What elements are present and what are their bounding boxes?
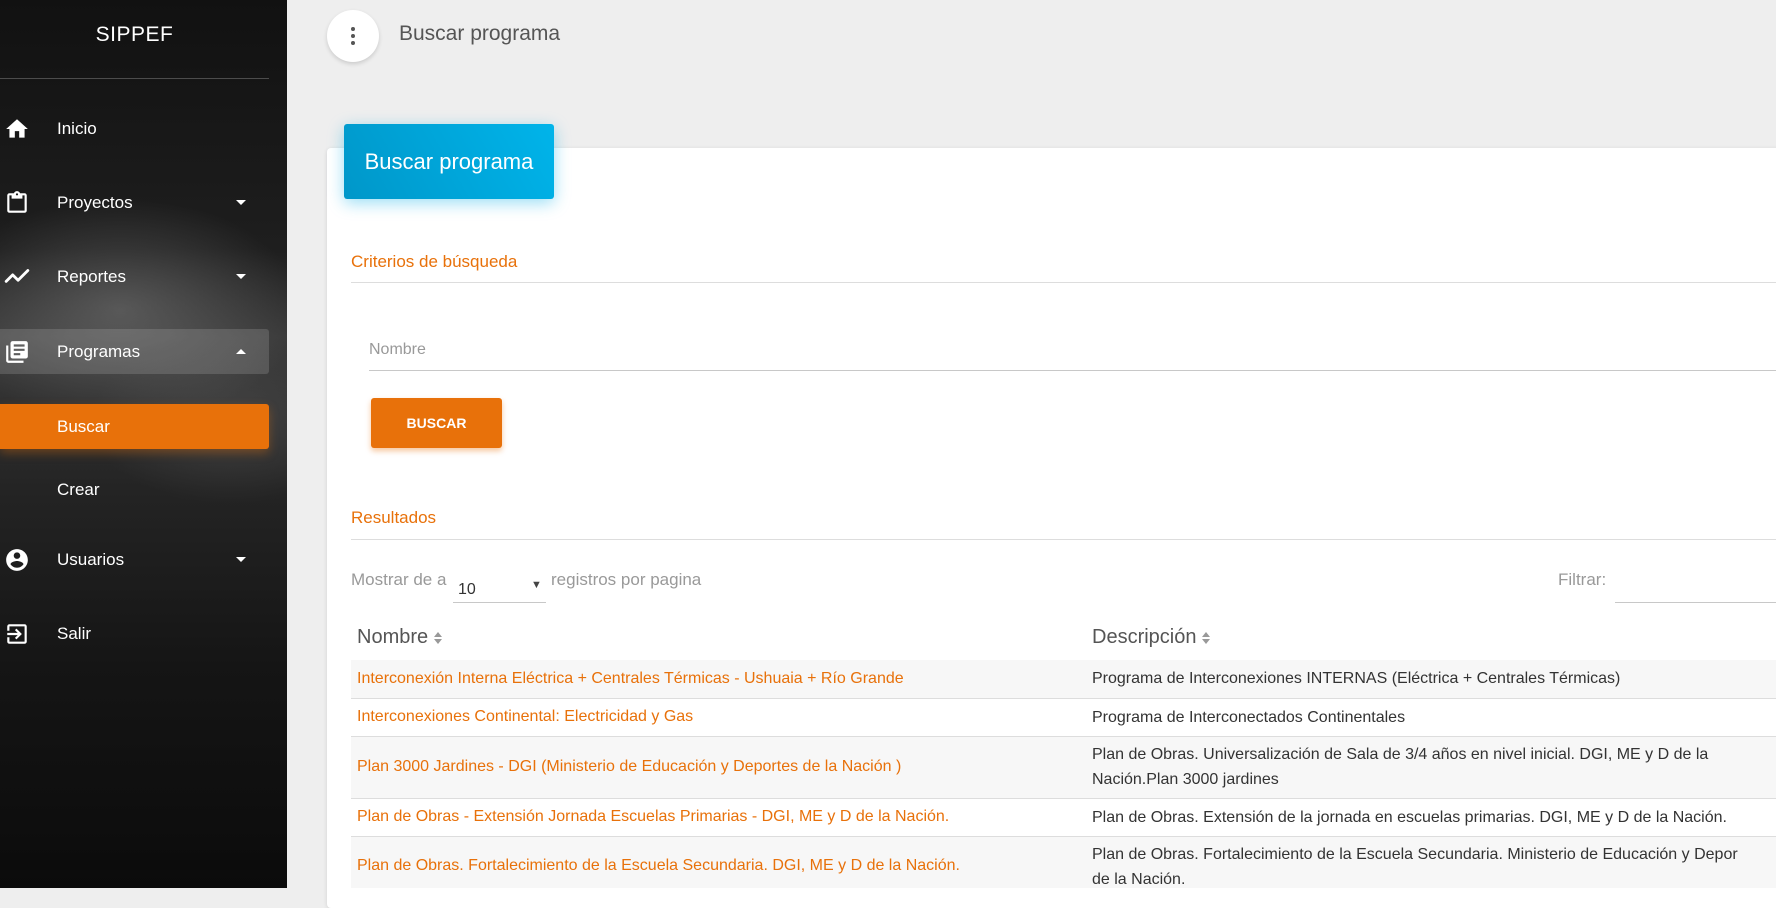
filter-label: Filtrar: <box>1558 570 1607 589</box>
account-circle-icon <box>6 549 28 571</box>
program-description: Plan de Obras. Extensión de la jornada e… <box>1092 805 1776 830</box>
table-row: Interconexiones Continental: Electricida… <box>351 699 1776 737</box>
program-description: Programa de Interconexiones INTERNAS (El… <box>1092 666 1776 691</box>
table-row: Plan 3000 Jardines - DGI (Ministerio de … <box>351 737 1776 799</box>
table-row: Interconexión Interna Eléctrica + Centra… <box>351 660 1776 699</box>
more-menu-button[interactable] <box>327 10 379 62</box>
brand-logo[interactable]: SIPPEF <box>0 0 269 79</box>
program-description: Plan de Obras. Universalización de Sala … <box>1092 742 1776 792</box>
sidebar-item-label: Usuarios <box>57 549 125 569</box>
description-line: Nación.Plan 3000 jardines <box>1092 771 1279 788</box>
exit-icon <box>7 624 27 644</box>
sidebar-item-salir[interactable]: Salir <box>0 611 269 656</box>
show-prefix-label: Mostrar de a <box>351 570 447 589</box>
program-link[interactable]: Plan 3000 Jardines - DGI (Ministerio de … <box>357 758 901 776</box>
divider <box>351 539 1776 540</box>
table-row: Plan de Obras. Fortalecimiento de la Esc… <box>351 837 1776 888</box>
more-vertical-icon <box>351 27 355 31</box>
program-link[interactable]: Plan de Obras - Extensión Jornada Escuel… <box>357 808 949 826</box>
results-title: Resultados <box>351 508 437 527</box>
card-header: Buscar programa <box>344 124 554 199</box>
search-button[interactable]: BUSCAR <box>371 398 502 448</box>
more-vertical-icon-dot <box>351 34 355 38</box>
sidebar-item-inicio[interactable]: Inicio <box>0 106 269 151</box>
program-link[interactable]: Interconexiones Continental: Electricida… <box>357 708 693 726</box>
column-header-descripcion[interactable]: Descripción <box>1092 626 1211 649</box>
sort-icon <box>1202 631 1211 645</box>
program-link[interactable]: Plan de Obras. Fortalecimiento de la Esc… <box>357 857 960 875</box>
description-line: Programa de Interconexiones INTERNAS (El… <box>1092 670 1621 687</box>
description-line: Plan de Obras. Universalización de Sala … <box>1092 746 1709 763</box>
filter-input[interactable] <box>1615 566 1776 603</box>
dropdown-arrow-icon: ▼ <box>531 579 542 591</box>
sidebar-item-programas[interactable]: Programas <box>0 329 269 374</box>
sidebar-item-crear[interactable]: Crear <box>0 467 269 512</box>
description-line: de la Nación. <box>1092 871 1186 888</box>
show-suffix-label: registros por pagina <box>551 570 702 589</box>
trending-icon <box>4 269 30 283</box>
sidebar-item-label: Salir <box>57 623 92 643</box>
program-description: Programa de Interconectados Continentale… <box>1092 705 1776 730</box>
description-line: Plan de Obras. Fortalecimiento de la Esc… <box>1092 846 1738 863</box>
sidebar-item-label: Proyectos <box>57 192 133 212</box>
column-header-label: Descripción <box>1092 626 1197 648</box>
library-icon <box>6 341 28 363</box>
column-header-label: Nombre <box>357 626 429 648</box>
page-title: Buscar programa <box>399 22 561 45</box>
program-description: Plan de Obras. Fortalecimiento de la Esc… <box>1092 842 1776 892</box>
chevron-down-icon <box>236 557 246 562</box>
chevron-down-icon <box>236 274 246 279</box>
sidebar-item-label: Buscar <box>57 416 110 436</box>
home-icon <box>6 119 28 138</box>
sidebar-item-reportes[interactable]: Reportes <box>0 254 269 299</box>
name-input[interactable] <box>369 330 1776 371</box>
description-line: Plan de Obras. Extensión de la jornada e… <box>1092 809 1727 826</box>
sidebar-item-label: Reportes <box>57 266 126 286</box>
clipboard-icon <box>7 191 27 213</box>
divider <box>351 282 1776 283</box>
sidebar-item-label: Crear <box>57 479 100 499</box>
sidebar: SIPPEF Inicio Proyectos Reportes Program… <box>0 0 287 888</box>
sort-icon <box>434 631 443 645</box>
program-link[interactable]: Interconexión Interna Eléctrica + Centra… <box>357 670 904 688</box>
sidebar-item-label: Programas <box>57 341 141 361</box>
page-length-value: 10 <box>458 581 476 598</box>
page-length-select[interactable]: 10 ▼ <box>453 566 546 603</box>
sidebar-item-label: Inicio <box>57 118 97 138</box>
column-header-nombre[interactable]: Nombre <box>357 626 443 649</box>
table-row: Plan de Obras - Extensión Jornada Escuel… <box>351 799 1776 837</box>
more-vertical-icon-dot <box>351 41 355 45</box>
sidebar-item-usuarios[interactable]: Usuarios <box>0 537 269 582</box>
sidebar-item-buscar[interactable]: Buscar <box>0 404 269 449</box>
sidebar-item-proyectos[interactable]: Proyectos <box>0 180 269 225</box>
chevron-down-icon <box>236 200 246 205</box>
description-line: Programa de Interconectados Continentale… <box>1092 709 1406 726</box>
chevron-up-icon <box>236 349 246 354</box>
criteria-title: Criterios de búsqueda <box>351 252 518 271</box>
